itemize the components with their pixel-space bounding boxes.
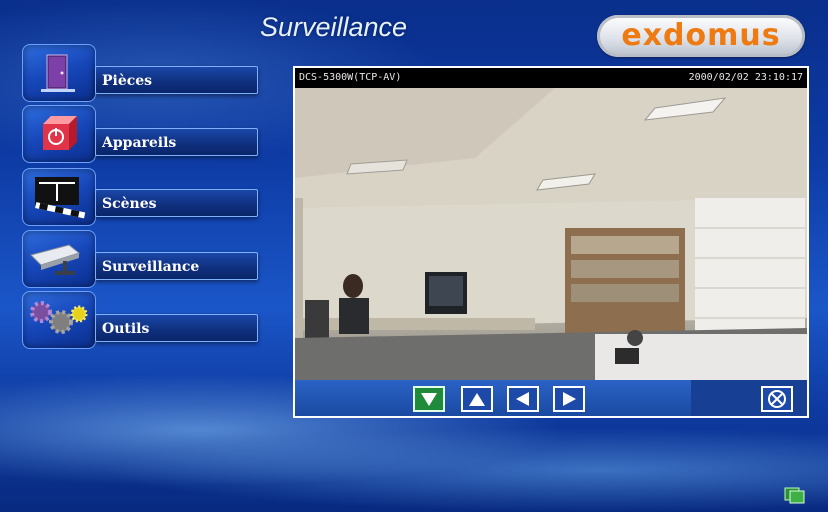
pan-right-button[interactable]	[553, 386, 585, 412]
tilt-up-button[interactable]	[461, 386, 493, 412]
sidebar-item-appareils[interactable]: Appareils	[95, 128, 258, 156]
camera-name: DCS-5300W(TCP-AV)	[299, 72, 402, 83]
windows-icon[interactable]	[783, 486, 805, 504]
logo-text: exdomus	[621, 18, 781, 53]
scene-barrier-icon[interactable]	[22, 168, 96, 226]
camera-icon[interactable]	[22, 230, 96, 288]
sidebar-item-surveillance[interactable]: Surveillance	[95, 252, 258, 280]
camera-timestamp: 2000/02/02 23:10:17	[688, 72, 803, 83]
sidebar-item-scenes[interactable]: Scènes	[95, 189, 258, 217]
camera-header: DCS-5300W(TCP-AV) 2000/02/02 23:10:17	[295, 68, 807, 88]
camera-video-feed[interactable]	[295, 88, 807, 380]
page-title: Surveillance	[260, 12, 408, 42]
pan-left-button[interactable]	[507, 386, 539, 412]
exdomus-logo: exdomus	[597, 15, 805, 57]
gears-icon[interactable]	[22, 291, 96, 349]
power-box-icon[interactable]	[22, 105, 96, 163]
sidebar-item-outils[interactable]: Outils	[95, 314, 258, 342]
sidebar-item-pieces[interactable]: Pièces	[95, 66, 258, 94]
door-icon[interactable]	[22, 44, 96, 102]
tilt-down-button[interactable]	[413, 386, 445, 412]
close-camera-button[interactable]	[761, 386, 793, 412]
camera-panel: DCS-5300W(TCP-AV) 2000/02/02 23:10:17	[293, 66, 809, 418]
